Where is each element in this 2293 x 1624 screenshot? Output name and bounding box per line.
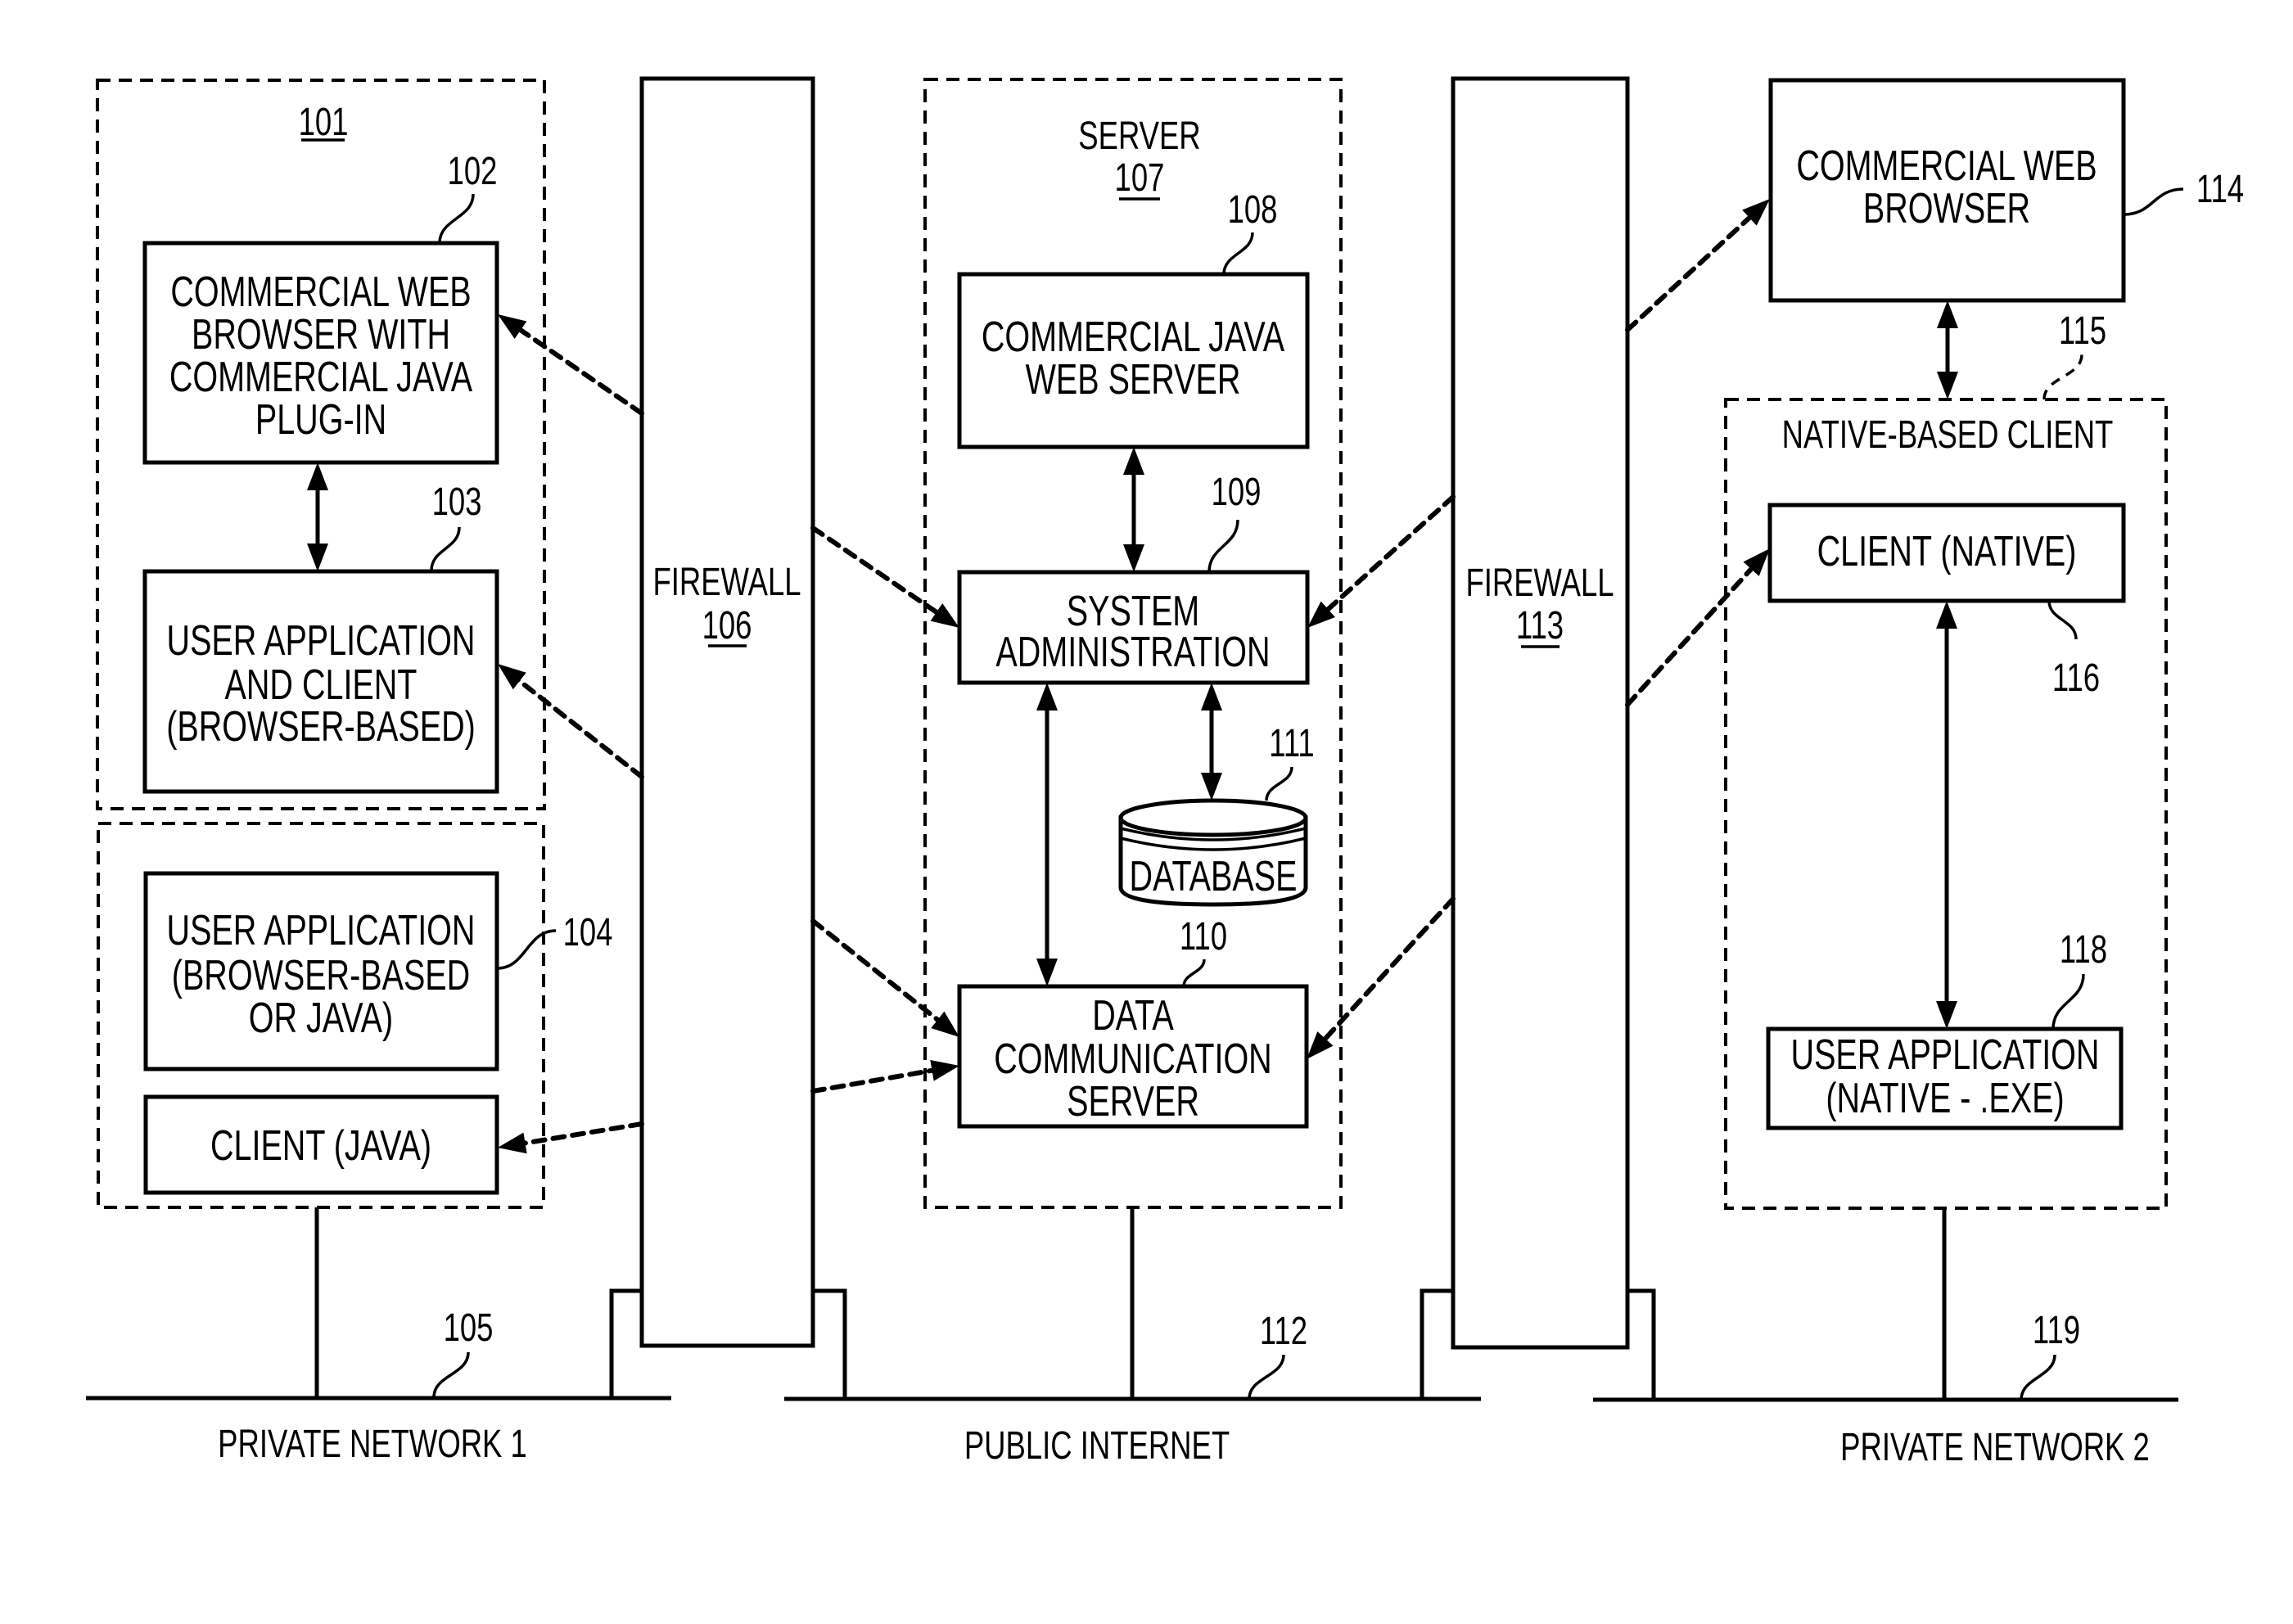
user-application-native[interactable]: USER APPLICATION (NATIVE - .EXE) bbox=[1766, 1026, 2124, 1130]
group-101-ref: 101 bbox=[299, 100, 349, 144]
ref-109: 109 bbox=[1212, 470, 1262, 514]
native-client-group-title: NATIVE-BASED CLIENT bbox=[1782, 413, 2114, 457]
ref-115: 115 bbox=[2059, 309, 2106, 353]
firewall-113-ref: 113 bbox=[1516, 603, 1564, 647]
box-118-line-2: (NATIVE - .EXE) bbox=[1826, 1074, 2064, 1122]
user-application-browser-or-java[interactable]: USER APPLICATION (BROWSER-BASED OR JAVA) bbox=[143, 871, 499, 1071]
data-communication-server[interactable]: DATA COMMUNICATION SERVER bbox=[957, 984, 1309, 1129]
box-118-line-1: USER APPLICATION bbox=[1791, 1031, 2100, 1079]
firewall-106-body[interactable] bbox=[639, 76, 815, 1348]
box-110-line-3: SERVER bbox=[1067, 1077, 1199, 1126]
ref-105: 105 bbox=[444, 1306, 494, 1350]
firewall-106-ref: 106 bbox=[702, 603, 752, 647]
box-114-line-2: BROWSER bbox=[1863, 184, 2030, 232]
firewall-113-label: FIREWALL bbox=[1465, 561, 1614, 605]
box-110-line-1: DATA bbox=[1092, 991, 1174, 1040]
firewall-106-label: FIREWALL bbox=[652, 560, 801, 604]
box-102-line-3: COMMERCIAL JAVA bbox=[169, 353, 472, 401]
server-ref: 107 bbox=[1115, 156, 1165, 200]
user-application-and-client-browser-based[interactable]: USER APPLICATION AND CLIENT (BROWSER-BAS… bbox=[142, 569, 499, 794]
box-102-line-1: COMMERCIAL WEB bbox=[170, 268, 471, 316]
ref-102: 102 bbox=[448, 149, 498, 193]
ref-112: 112 bbox=[1260, 1309, 1307, 1353]
firewall-113[interactable]: FIREWALL 113 bbox=[1451, 76, 1630, 1350]
server-title: SERVER bbox=[1078, 114, 1200, 158]
commercial-java-web-server[interactable]: COMMERCIAL JAVA WEB SERVER bbox=[957, 272, 1310, 449]
ref-108: 108 bbox=[1228, 187, 1278, 232]
box-102-line-4: PLUG-IN bbox=[255, 395, 386, 444]
box-114-line-1: COMMERCIAL WEB bbox=[1796, 142, 2097, 190]
public-internet-label: PUBLIC INTERNET bbox=[964, 1423, 1230, 1468]
client-java[interactable]: CLIENT (JAVA) bbox=[143, 1094, 499, 1195]
ref-116: 116 bbox=[2052, 656, 2100, 700]
ref-104: 104 bbox=[563, 910, 613, 954]
firewall-106[interactable]: FIREWALL 106 bbox=[639, 76, 815, 1348]
client-java-label: CLIENT (JAVA) bbox=[210, 1121, 431, 1170]
commercial-web-browser-with-java-plugin[interactable]: COMMERCIAL WEB BROWSER WITH COMMERCIAL J… bbox=[142, 241, 499, 465]
box-103-line-1: USER APPLICATION bbox=[167, 616, 476, 665]
private-network-2-label: PRIVATE NETWORK 2 bbox=[1840, 1425, 2150, 1469]
firewall-113-body[interactable] bbox=[1451, 76, 1630, 1350]
system-administration[interactable]: SYSTEM ADMINISTRATION bbox=[957, 570, 1310, 685]
box-104-line-2: (BROWSER-BASED bbox=[172, 951, 470, 999]
ref-110: 110 bbox=[1180, 914, 1227, 959]
box-104-line-1: USER APPLICATION bbox=[167, 906, 476, 954]
private-network-1-label: PRIVATE NETWORK 1 bbox=[218, 1422, 527, 1466]
commercial-web-browser[interactable]: COMMERCIAL WEB BROWSER bbox=[1768, 78, 2126, 303]
box-103-line-2: AND CLIENT bbox=[225, 661, 418, 709]
ref-114: 114 bbox=[2196, 167, 2244, 211]
box-104-line-3: OR JAVA) bbox=[249, 994, 393, 1042]
box-108-line-2: WEB SERVER bbox=[1026, 355, 1241, 404]
network-architecture-diagram: 101 SERVER 107 NATIVE-BASED CLIENT FIREW… bbox=[0, 0, 2293, 1624]
box-108-line-1: COMMERCIAL JAVA bbox=[982, 313, 1284, 361]
client-native-label: CLIENT (NATIVE) bbox=[1817, 527, 2077, 575]
box-109-line-2: ADMINISTRATION bbox=[995, 628, 1270, 676]
box-110-line-2: COMMUNICATION bbox=[994, 1035, 1271, 1083]
box-102-line-2: BROWSER WITH bbox=[192, 310, 450, 359]
ref-119: 119 bbox=[2033, 1308, 2080, 1352]
ref-111: 111 bbox=[1269, 721, 1314, 765]
box-103-line-3: (BROWSER-BASED) bbox=[166, 702, 476, 751]
client-native[interactable]: CLIENT (NATIVE) bbox=[1767, 503, 2126, 603]
database-label: DATABASE bbox=[1130, 852, 1298, 900]
ref-103: 103 bbox=[432, 480, 482, 524]
database[interactable]: DATABASE bbox=[1118, 798, 1308, 907]
ref-118: 118 bbox=[2060, 927, 2107, 972]
